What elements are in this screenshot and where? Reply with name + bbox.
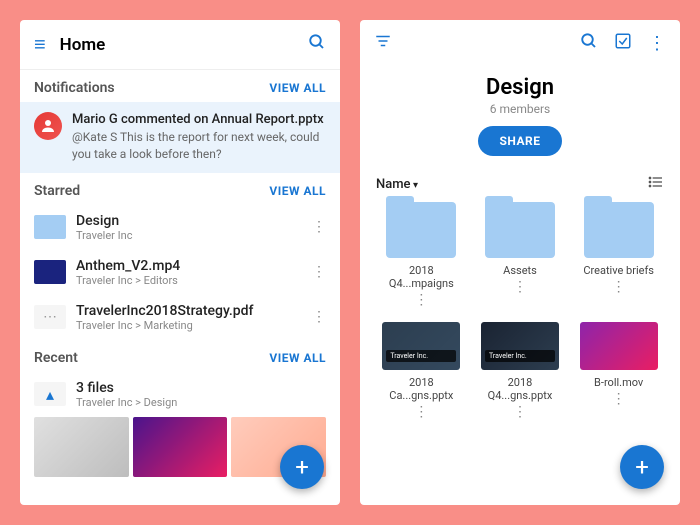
- notification-item[interactable]: Mario G commented on Annual Report.pptx …: [20, 102, 340, 173]
- file-thumbnail: Traveler Inc.: [382, 322, 460, 370]
- file-thumbnail: [580, 322, 658, 370]
- folder-members: 6 members: [360, 102, 680, 116]
- recent-view-all[interactable]: VIEW ALL: [269, 351, 326, 365]
- file-name: TravelerInc2018Strategy.pdf: [76, 303, 302, 319]
- notification-title: Mario G commented on Annual Report.pptx: [72, 112, 326, 127]
- folder-label: 2018 Q4...mpaigns: [376, 264, 467, 290]
- starred-item-strategy[interactable]: ⋯ TravelerInc2018Strategy.pdf Traveler I…: [20, 295, 340, 340]
- search-icon[interactable]: [580, 32, 598, 55]
- file-path: Traveler Inc > Editors: [76, 274, 302, 287]
- more-icon[interactable]: ⋮: [312, 264, 326, 280]
- thumbnail-banner: Traveler Inc.: [386, 350, 456, 362]
- file-thumbnail: Traveler Inc.: [481, 322, 559, 370]
- more-icon[interactable]: ⋮: [612, 279, 626, 295]
- thumbnail[interactable]: [133, 417, 228, 477]
- page-title: Home: [60, 35, 294, 55]
- starred-item-design[interactable]: Design Traveler Inc ⋮: [20, 205, 340, 250]
- add-fab-button[interactable]: +: [280, 445, 324, 489]
- pdf-icon: ⋯: [34, 305, 66, 329]
- file-name: Design: [76, 213, 302, 229]
- recent-item[interactable]: ▴ 3 files Traveler Inc > Design: [20, 372, 340, 417]
- sort-dropdown[interactable]: Name: [376, 177, 418, 192]
- notification-avatar: [34, 112, 62, 140]
- notifications-header: Notifications VIEW ALL: [20, 70, 340, 102]
- upload-icon: ▴: [34, 382, 66, 406]
- file-name: 3 files: [76, 380, 326, 396]
- recent-label: Recent: [34, 350, 78, 366]
- more-icon[interactable]: ⋮: [312, 219, 326, 235]
- folder-icon: [485, 202, 555, 258]
- folder-icon: [34, 215, 66, 239]
- more-icon[interactable]: ⋮: [312, 309, 326, 325]
- folder-item[interactable]: 2018 Q4...mpaigns ⋮: [376, 202, 467, 308]
- notifications-label: Notifications: [34, 80, 115, 96]
- notification-text: @Kate S This is the report for next week…: [72, 129, 326, 163]
- more-icon[interactable]: ⋮: [612, 391, 626, 407]
- file-name: Anthem_V2.mp4: [76, 258, 302, 274]
- file-item[interactable]: Traveler Inc. 2018 Ca...gns.pptx ⋮: [376, 322, 467, 420]
- list-view-icon[interactable]: [648, 174, 664, 194]
- select-icon[interactable]: [614, 32, 632, 55]
- folder-label: Assets: [503, 264, 537, 277]
- folder-grid: 2018 Q4...mpaigns ⋮ Assets ⋮ Creative br…: [360, 202, 680, 308]
- folder-item[interactable]: Creative briefs ⋮: [573, 202, 664, 308]
- recent-header: Recent VIEW ALL: [20, 340, 340, 372]
- folder-header: ⋮: [360, 20, 680, 67]
- folder-panel: ⋮ Design 6 members SHARE Name 2018 Q4...…: [360, 20, 680, 505]
- file-label: 2018 Ca...gns.pptx: [376, 376, 467, 402]
- more-icon[interactable]: ⋮: [414, 292, 428, 308]
- search-icon[interactable]: [308, 33, 326, 56]
- file-label: B-roll.mov: [594, 376, 643, 389]
- folder-icon: [386, 202, 456, 258]
- home-panel: ≡ Home Notifications VIEW ALL Mario G co…: [20, 20, 340, 505]
- file-path: Traveler Inc > Design: [76, 396, 326, 409]
- folder-icon: [584, 202, 654, 258]
- folder-item[interactable]: Assets ⋮: [475, 202, 566, 308]
- starred-view-all[interactable]: VIEW ALL: [269, 184, 326, 198]
- folder-label: Creative briefs: [583, 264, 654, 277]
- more-icon[interactable]: ⋮: [513, 404, 527, 420]
- menu-icon[interactable]: ≡: [34, 32, 46, 57]
- folder-title: Design: [360, 75, 680, 100]
- more-icon[interactable]: ⋮: [513, 279, 527, 295]
- starred-label: Starred: [34, 183, 80, 199]
- add-fab-button[interactable]: +: [620, 445, 664, 489]
- notifications-view-all[interactable]: VIEW ALL: [269, 81, 326, 95]
- thumbnail[interactable]: [34, 417, 129, 477]
- file-label: 2018 Q4...gns.pptx: [475, 376, 566, 402]
- file-grid: Traveler Inc. 2018 Ca...gns.pptx ⋮ Trave…: [360, 322, 680, 420]
- starred-item-anthem[interactable]: Anthem_V2.mp4 Traveler Inc > Editors ⋮: [20, 250, 340, 295]
- filter-icon[interactable]: [374, 32, 392, 55]
- more-icon[interactable]: ⋮: [648, 33, 666, 54]
- thumbnail-banner: Traveler Inc.: [485, 350, 555, 362]
- home-header: ≡ Home: [20, 20, 340, 69]
- file-item[interactable]: Traveler Inc. 2018 Q4...gns.pptx ⋮: [475, 322, 566, 420]
- video-thumbnail-icon: [34, 260, 66, 284]
- share-button[interactable]: SHARE: [478, 126, 563, 156]
- more-icon[interactable]: ⋮: [414, 404, 428, 420]
- file-item[interactable]: B-roll.mov ⋮: [573, 322, 664, 420]
- file-path: Traveler Inc: [76, 229, 302, 242]
- starred-header: Starred VIEW ALL: [20, 173, 340, 205]
- file-path: Traveler Inc > Marketing: [76, 319, 302, 332]
